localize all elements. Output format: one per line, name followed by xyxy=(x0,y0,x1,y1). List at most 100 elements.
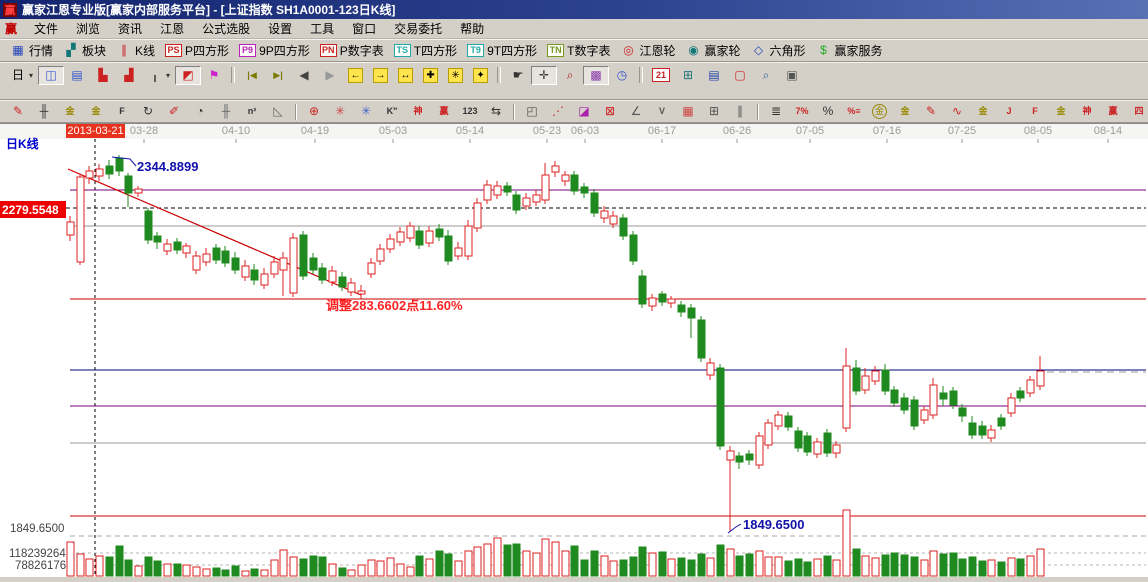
last-page-button[interactable]: ▶| xyxy=(265,66,291,85)
menu-item-news[interactable]: 资讯 xyxy=(109,19,151,38)
selected-date-badge[interactable]: 2013-03-21 xyxy=(66,124,125,138)
gann-star-button[interactable]: ✦ xyxy=(468,66,493,85)
menu-item-browse[interactable]: 浏览 xyxy=(67,19,109,38)
si-angle-button[interactable]: 四 xyxy=(1126,102,1148,121)
web2-button[interactable]: ✳ xyxy=(353,102,379,121)
k-wave-button[interactable]: K" xyxy=(379,102,405,121)
v-line-button[interactable]: V xyxy=(649,102,675,121)
gann-cross-button[interactable]: ✚ xyxy=(418,66,443,85)
f-angle-button[interactable]: F xyxy=(1022,102,1048,121)
gann-burst-button[interactable]: ✳ xyxy=(443,66,468,85)
pen-candle-button[interactable]: ✎ xyxy=(918,102,944,121)
shen-angle-button[interactable]: 神 xyxy=(1074,102,1100,121)
period-selector-button[interactable]: 日▾ xyxy=(5,66,38,85)
gold-grid1-button[interactable]: 金 xyxy=(57,102,83,121)
gold-lines-button[interactable]: 金 xyxy=(892,102,918,121)
grid-tool-button[interactable]: ▩ xyxy=(583,66,609,85)
num-grid-button[interactable]: 123 xyxy=(457,102,483,121)
menu-item-file[interactable]: 文件 xyxy=(25,19,67,38)
line-grid-button[interactable]: ╫ xyxy=(213,102,239,121)
wave-line-button[interactable]: ∿ xyxy=(944,102,970,121)
pattern-button[interactable]: ◩ xyxy=(175,66,201,85)
quotes-button[interactable]: ▦行情 xyxy=(5,40,58,61)
menu-item-formula-select[interactable]: 公式选股 xyxy=(193,19,259,38)
parallel-button[interactable]: ∥ xyxy=(727,102,753,121)
p-square-button[interactable]: PSP四方形 xyxy=(160,40,234,61)
winner-service-button[interactable]: $赢家服务 xyxy=(811,40,888,61)
pc-search-button[interactable]: ⌕ xyxy=(753,66,779,85)
time-cycle-button[interactable]: ◔ xyxy=(187,102,213,121)
fib-grid-button[interactable]: F xyxy=(109,102,135,121)
gold-angle-button[interactable]: 金 xyxy=(1048,102,1074,121)
calendar-button[interactable]: 21 xyxy=(647,66,675,84)
menu-item-help[interactable]: 帮助 xyxy=(451,19,493,38)
ying-grid-button[interactable]: 赢 xyxy=(431,102,457,121)
candle-body xyxy=(746,454,753,460)
crosshair-tool-button[interactable]: ✛ xyxy=(531,66,557,85)
shen-grid-button[interactable]: 神 xyxy=(405,102,431,121)
clock-tool-button[interactable]: ◷ xyxy=(609,66,635,85)
pct-button[interactable]: % xyxy=(815,102,841,121)
bar-chart-button[interactable]: ▙ xyxy=(90,66,116,85)
kline-button[interactable]: ∥K线 xyxy=(111,40,160,61)
gold-circle-button[interactable]: 金 xyxy=(867,102,892,121)
calculator-button[interactable]: ⊞ xyxy=(675,66,701,85)
p9-square-button[interactable]: P99P四方形 xyxy=(234,40,315,61)
next-button[interactable]: ▶ xyxy=(317,66,343,85)
spiral-grid-button[interactable]: ↻ xyxy=(135,102,161,121)
draw-pen-button[interactable]: ✎ xyxy=(5,102,31,121)
box-tool-button[interactable]: ◰ xyxy=(519,102,545,121)
winner-wheel-button[interactable]: ◉赢家轮 xyxy=(680,40,745,61)
wave-chart-button[interactable]: ◫ xyxy=(38,66,64,85)
fan-lines-button[interactable]: ⋰ xyxy=(545,102,571,121)
hand-tool-button[interactable]: ☛ xyxy=(505,66,531,85)
menu-item-tools[interactable]: 工具 xyxy=(301,19,343,38)
pct7-button[interactable]: 7% xyxy=(789,102,815,121)
menu-item-settings[interactable]: 设置 xyxy=(259,19,301,38)
monitor-button[interactable]: ▢ xyxy=(727,66,753,85)
gann-right-button[interactable]: → xyxy=(368,66,393,85)
menu-item-window[interactable]: 窗口 xyxy=(343,19,385,38)
sectors-button[interactable]: ▞板块 xyxy=(58,40,111,61)
t9-square-button[interactable]: T99T四方形 xyxy=(462,40,542,61)
pct-lines-button[interactable]: %≡ xyxy=(841,102,867,121)
zoom-tool-button[interactable]: ⌕ xyxy=(557,66,583,85)
ying-angle-button[interactable]: 赢 xyxy=(1100,102,1126,121)
t-number-button[interactable]: TNT数字表 xyxy=(542,40,615,61)
prev-button[interactable]: ◀ xyxy=(291,66,317,85)
p-number-button[interactable]: PNP数字表 xyxy=(315,40,389,61)
gann-left-button[interactable]: ← xyxy=(343,66,368,85)
harrow-button[interactable]: ⇆ xyxy=(483,102,509,121)
bar-chart2-button[interactable]: ▟ xyxy=(116,66,142,85)
j-angle-button[interactable]: J xyxy=(996,102,1022,121)
n2-button[interactable]: n² xyxy=(239,102,265,121)
gold-lines2-button[interactable]: 金 xyxy=(970,102,996,121)
gann-grid-button[interactable]: ╫ xyxy=(31,102,57,121)
gann-wheel-button[interactable]: ◎江恩轮 xyxy=(615,40,680,61)
hexagon-button[interactable]: ◇六角形 xyxy=(746,40,811,61)
chart-area[interactable]: 日K线 2344.8899调整283.6602点11.60%1849.65001… xyxy=(0,139,1148,577)
diag-box-button[interactable]: ⊠ xyxy=(597,102,623,121)
gann-hmove-button[interactable]: ↔ xyxy=(393,66,418,85)
pc-button[interactable]: ▣ xyxy=(779,66,805,85)
t-square-button[interactable]: TST四方形 xyxy=(389,40,462,61)
menu-item-trade-commission[interactable]: 交易委托 xyxy=(385,19,451,38)
compass-button[interactable]: ⊕ xyxy=(301,102,327,121)
candle-type-button[interactable]: ╻▾ xyxy=(142,66,175,85)
page-view-button[interactable]: ▤ xyxy=(64,66,90,85)
angle-ruler-button[interactable]: ◺ xyxy=(265,102,291,121)
brush-grid-button[interactable]: ✐ xyxy=(161,102,187,121)
menu-item-gann[interactable]: 江恩 xyxy=(151,19,193,38)
notebook-button[interactable]: ▤ xyxy=(701,66,727,85)
angle-line-button[interactable]: ∠ xyxy=(623,102,649,121)
volume-bar xyxy=(736,556,743,576)
web1-button[interactable]: ✳ xyxy=(327,102,353,121)
chart-svg[interactable]: 2344.8899调整283.6602点11.60%1849.65001849.… xyxy=(0,139,1148,577)
first-page-button[interactable]: |◀ xyxy=(239,66,265,85)
arrow-grid-button[interactable]: ⊞ xyxy=(701,102,727,121)
fan-box-button[interactable]: ◪ xyxy=(571,102,597,121)
step-lines-button[interactable]: ≣ xyxy=(763,102,789,121)
gold-grid2-button[interactable]: 金 xyxy=(83,102,109,121)
flag-button[interactable]: ⚑ xyxy=(201,66,227,85)
red-grid-button[interactable]: ▦ xyxy=(675,102,701,121)
